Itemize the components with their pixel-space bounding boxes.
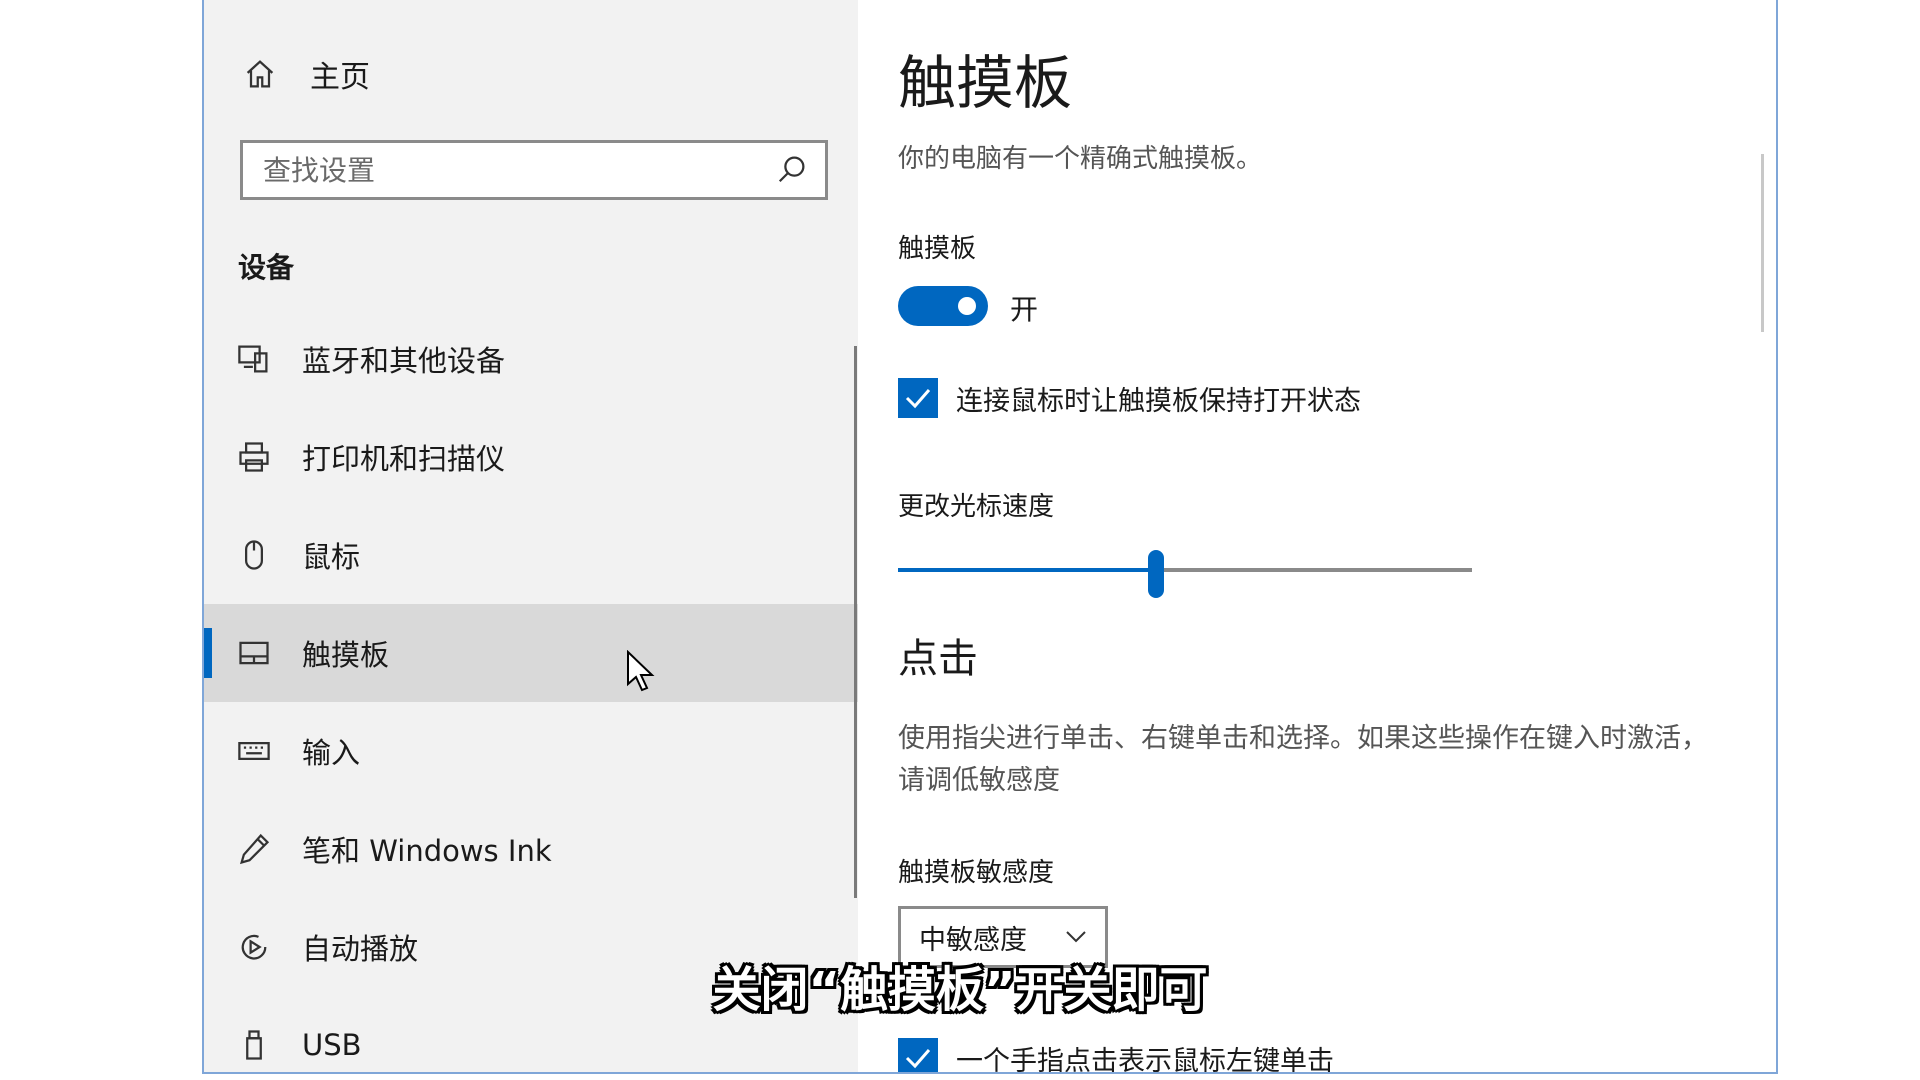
cursor-speed-slider[interactable] bbox=[898, 550, 1472, 598]
slider-fill bbox=[898, 568, 1157, 572]
content-scrollbar[interactable] bbox=[1761, 154, 1764, 332]
home-label: 主页 bbox=[310, 60, 370, 95]
pen-icon bbox=[234, 829, 274, 869]
sensitivity-label: 触摸板敏感度 bbox=[898, 858, 1055, 888]
search-input[interactable] bbox=[243, 152, 771, 188]
single-tap-checkbox-row[interactable]: 一个手指点击表示鼠标左键单击 bbox=[898, 1038, 1334, 1074]
slider-thumb[interactable] bbox=[1148, 550, 1165, 598]
keep-touchpad-on-checkbox-row[interactable]: 连接鼠标时让触摸板保持打开状态 bbox=[898, 378, 1361, 418]
taps-description: 使用指尖进行单击、右键单击和选择。如果这些操作在键入时激活，请调低敏感度 bbox=[898, 723, 1708, 796]
sidebar: 主页 设备 蓝牙和其他设备 打印机和扫描仪 鼠标 bbox=[204, 0, 858, 1072]
sidebar-item-label: 鼠标 bbox=[302, 540, 361, 574]
touchpad-toggle[interactable] bbox=[898, 286, 988, 326]
sidebar-item-label: 打印机和扫描仪 bbox=[302, 442, 506, 476]
sidebar-item-bluetooth[interactable]: 蓝牙和其他设备 bbox=[204, 310, 858, 408]
sidebar-item-touchpad[interactable]: 触摸板 bbox=[204, 604, 858, 702]
toggle-knob bbox=[958, 297, 976, 315]
single-tap-label: 一个手指点击表示鼠标左键单击 bbox=[956, 1045, 1334, 1074]
touchpad-toggle-label: 触摸板 bbox=[898, 234, 977, 264]
sidebar-scrollbar[interactable] bbox=[854, 346, 857, 898]
sidebar-item-pen[interactable]: 笔和 Windows Ink bbox=[204, 800, 858, 898]
mouse-icon bbox=[234, 535, 274, 575]
settings-window: 主页 设备 蓝牙和其他设备 打印机和扫描仪 鼠标 bbox=[202, 0, 1778, 1074]
sidebar-item-label: 触摸板 bbox=[302, 638, 390, 672]
mouse-cursor-icon bbox=[627, 650, 655, 692]
sidebar-item-label: 笔和 Windows Ink bbox=[302, 834, 552, 868]
keyboard-icon bbox=[234, 731, 274, 771]
bluetooth-devices-icon bbox=[234, 339, 274, 379]
checkmark-icon bbox=[905, 1049, 931, 1069]
printer-icon bbox=[234, 437, 274, 477]
sidebar-item-typing[interactable]: 输入 bbox=[204, 702, 858, 800]
keep-touchpad-on-label: 连接鼠标时让触摸板保持打开状态 bbox=[956, 385, 1361, 417]
keep-touchpad-on-checkbox[interactable] bbox=[898, 378, 938, 418]
sidebar-item-mouse[interactable]: 鼠标 bbox=[204, 506, 858, 604]
home-link[interactable]: 主页 bbox=[240, 52, 370, 96]
sidebar-item-label: 蓝牙和其他设备 bbox=[302, 344, 506, 378]
home-icon bbox=[240, 54, 280, 94]
chevron-down-icon bbox=[1066, 931, 1086, 943]
main-content: 触摸板 你的电脑有一个精确式触摸板。 触摸板 开 连接鼠标时让触摸板保持打开状态… bbox=[898, 0, 1776, 1072]
touchpad-icon bbox=[234, 633, 274, 673]
sidebar-item-label: 输入 bbox=[302, 736, 361, 770]
section-title: 设备 bbox=[238, 251, 295, 284]
usb-icon bbox=[234, 1025, 274, 1065]
search-box[interactable] bbox=[240, 140, 828, 200]
sidebar-item-printers[interactable]: 打印机和扫描仪 bbox=[204, 408, 858, 506]
page-title: 触摸板 bbox=[898, 49, 1073, 117]
checkmark-icon bbox=[905, 389, 931, 409]
search-icon[interactable] bbox=[771, 150, 811, 190]
single-tap-checkbox[interactable] bbox=[898, 1038, 938, 1072]
cursor-speed-label: 更改光标速度 bbox=[898, 492, 1055, 522]
toggle-state-text: 开 bbox=[1010, 293, 1039, 326]
taps-heading: 点击 bbox=[898, 636, 978, 682]
page-description: 你的电脑有一个精确式触摸板。 bbox=[898, 144, 1263, 174]
active-indicator bbox=[204, 628, 212, 678]
video-subtitle: 关闭“触摸板”开关即可 bbox=[712, 962, 1208, 1018]
sidebar-item-label: USB bbox=[302, 1028, 362, 1062]
